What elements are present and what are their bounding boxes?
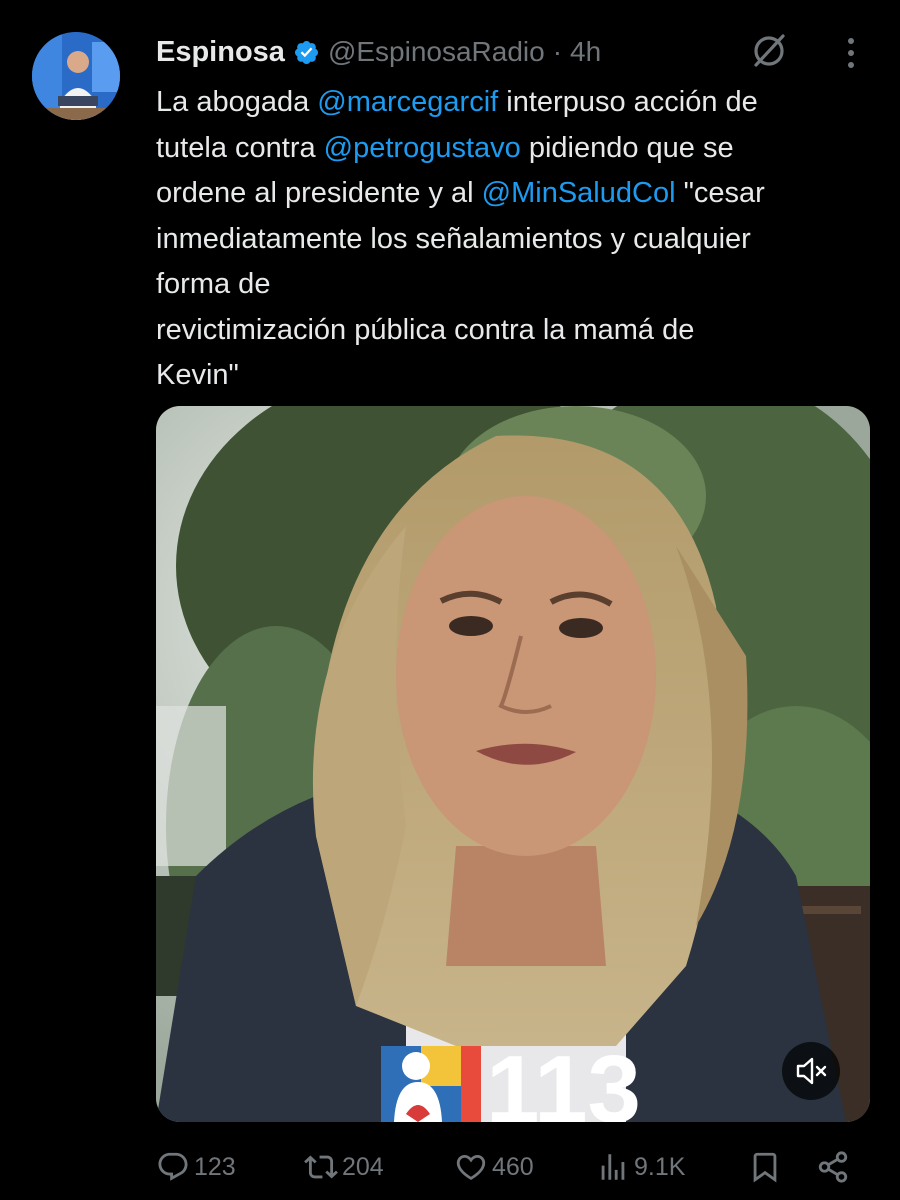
handle[interactable]: @EspinosaRadio xyxy=(328,36,545,68)
share-icon xyxy=(818,1151,848,1183)
tweet-text-segment: pidiendo que se xyxy=(520,131,734,164)
tweet-text-line: La abogada @marcegarcif interpuso acción… xyxy=(156,80,876,126)
repost-button[interactable]: 204 xyxy=(304,1145,384,1189)
tweet-text-line: inmediatamente los señalamientos y cualq… xyxy=(156,217,876,263)
tweet-text-segment: Kevin" xyxy=(156,359,239,391)
tweet-text-segment: inmediatamente los señalamientos y cualq… xyxy=(156,222,751,255)
tweet-actions: 123 204 460 9.1K xyxy=(156,1145,870,1189)
tweet-text: La abogada @marcegarcif interpuso acción… xyxy=(156,80,876,399)
tweet-text-line: forma de xyxy=(156,262,876,308)
views-count: 9.1K xyxy=(634,1152,686,1181)
muted-speaker-icon xyxy=(782,1057,840,1104)
tweet-text-line: ordene al presidente y al @MinSaludCol "… xyxy=(156,171,876,217)
mention-link[interactable]: @marcegarcif xyxy=(317,86,498,118)
tweet-text-segment: interpuso acción de xyxy=(498,86,758,118)
video-player[interactable]: 113 xyxy=(156,406,870,1122)
tweet-text-line: Kevin" xyxy=(156,353,876,399)
mention-link[interactable]: @MinSaludCol xyxy=(482,177,676,209)
bookmark-icon xyxy=(753,1152,777,1183)
views-button[interactable]: 9.1K xyxy=(596,1145,685,1189)
reply-icon xyxy=(158,1152,188,1181)
reply-button[interactable]: 123 xyxy=(156,1145,236,1189)
video-overlay-number: 113 xyxy=(486,1036,641,1122)
bookmark-button[interactable] xyxy=(748,1145,782,1189)
repost-count: 204 xyxy=(342,1152,384,1181)
tweet-text-line: revictimización pública contra la mamá d… xyxy=(156,308,876,354)
heart-icon xyxy=(456,1154,486,1180)
reply-count: 123 xyxy=(194,1152,236,1181)
tweet-text-segment: forma de xyxy=(156,268,271,300)
tweet-text-segment: La abogada xyxy=(156,86,318,118)
tweet-text-line: tutela contra @petrogustavo pidiendo que… xyxy=(156,126,876,172)
unmute-button[interactable] xyxy=(782,1042,840,1100)
avatar-image xyxy=(32,32,120,120)
tweet-text-segment: tutela contra xyxy=(156,131,324,164)
avatar[interactable] xyxy=(32,32,120,120)
tweet-text-segment: revictimización pública contra la mamá d… xyxy=(156,313,695,346)
repost-icon xyxy=(304,1155,338,1179)
grok-icon[interactable] xyxy=(750,32,788,70)
separator-dot: · xyxy=(552,36,563,67)
video-frame: 113 xyxy=(156,406,870,1122)
display-name[interactable]: Espinosa xyxy=(156,36,285,69)
views-chart-icon xyxy=(601,1154,625,1180)
like-count: 460 xyxy=(492,1152,534,1181)
verified-badge-icon[interactable] xyxy=(293,39,320,66)
tweet-text-segment: ordene al presidente y al xyxy=(156,177,482,209)
mention-link[interactable]: @petrogustavo xyxy=(324,132,521,164)
tweet-text-segment: "cesar xyxy=(675,177,765,209)
share-button[interactable] xyxy=(816,1145,850,1189)
more-options-icon[interactable] xyxy=(844,36,858,70)
timestamp[interactable]: 4h xyxy=(570,36,601,68)
like-button[interactable]: 460 xyxy=(454,1145,534,1189)
